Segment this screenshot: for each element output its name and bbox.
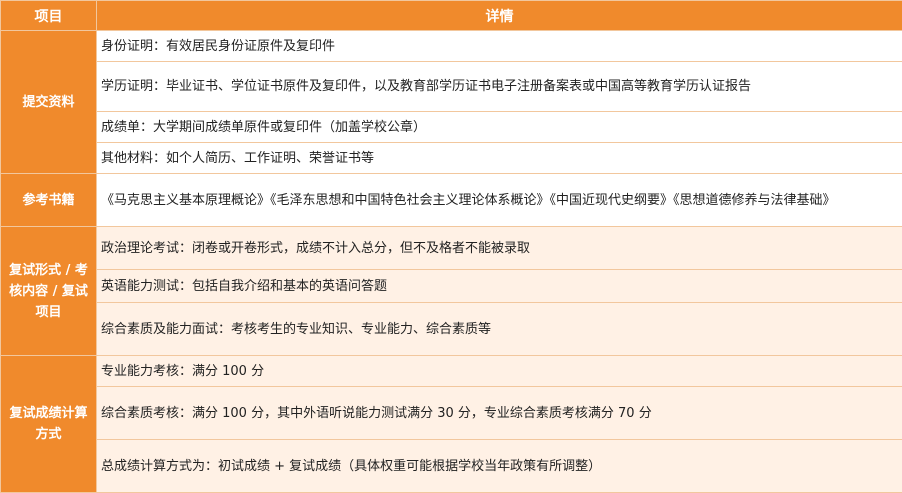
table-row: 综合素质考核：满分 100 分，其中外语听说能力测试满分 30 分，专业综合素质… <box>1 386 902 440</box>
detail-cell: 专业能力考核：满分 100 分 <box>96 355 902 387</box>
table-header-row: 项目 详情 <box>0 0 902 31</box>
category-retest-format: 复试形式 / 考核内容 / 复试项目 <box>0 226 97 356</box>
table-row: 学历证明：毕业证书、学位证书原件及复印件，以及教育部学历证书电子注册备案表或中国… <box>1 61 902 112</box>
detail-cell: 身份证明：有效居民身份证原件及复印件 <box>96 30 902 62</box>
table-row: 总成绩计算方式为：初试成绩 + 复试成绩（具体权重可能根据学校当年政策有所调整） <box>1 439 902 493</box>
table-row: 复试形式 / 考核内容 / 复试项目 政治理论考试：闭卷或开卷形式，成绩不计入总… <box>0 226 902 356</box>
detail-cell: 成绩单：大学期间成绩单原件或复印件（加盖学校公章） <box>96 111 902 143</box>
table-row: 提交资料 身份证明：有效居民身份证原件及复印件 <box>0 30 902 174</box>
detail-cell: 政治理论考试：闭卷或开卷形式，成绩不计入总分，但不及格者不能被录取 <box>96 226 902 270</box>
table-row: 复试成绩计算方式 专业能力考核：满分 100 分 <box>0 355 902 493</box>
detail-cell: 总成绩计算方式为：初试成绩 + 复试成绩（具体权重可能根据学校当年政策有所调整） <box>96 439 902 493</box>
category-reference-books: 参考书籍 <box>0 173 97 227</box>
detail-cell: 英语能力测试：包括自我介绍和基本的英语问答题 <box>96 269 902 303</box>
table-row: 英语能力测试：包括自我介绍和基本的英语问答题 <box>1 269 902 303</box>
table-row: 综合素质及能力面试：考核考生的专业知识、专业能力、综合素质等 <box>1 302 902 356</box>
detail-cell: 其他材料：如个人简历、工作证明、荣誉证书等 <box>96 142 902 174</box>
table-row: 成绩单：大学期间成绩单原件或复印件（加盖学校公章） <box>1 111 902 143</box>
detail-cell: 《马克思主义基本原理概论》《毛泽东思想和中国特色社会主义理论体系概论》《中国近现… <box>96 173 902 227</box>
detail-cell: 综合素质及能力面试：考核考生的专业知识、专业能力、综合素质等 <box>96 302 902 356</box>
table-row: 参考书籍 《马克思主义基本原理概论》《毛泽东思想和中国特色社会主义理论体系概论》… <box>0 173 902 227</box>
detail-cell: 学历证明：毕业证书、学位证书原件及复印件，以及教育部学历证书电子注册备案表或中国… <box>96 61 902 112</box>
category-score-calculation: 复试成绩计算方式 <box>0 355 97 493</box>
info-table: 项目 详情 提交资料 身份证明：有效居民身份证原件及复印件 学历证明：毕业证书、… <box>0 0 902 493</box>
category-submit-materials: 提交资料 <box>0 30 97 174</box>
table-row: 其他材料：如个人简历、工作证明、荣誉证书等 <box>1 142 902 174</box>
detail-cell: 综合素质考核：满分 100 分，其中外语听说能力测试满分 30 分，专业综合素质… <box>96 386 902 440</box>
header-detail: 详情 <box>96 0 902 31</box>
header-item: 项目 <box>0 0 97 31</box>
